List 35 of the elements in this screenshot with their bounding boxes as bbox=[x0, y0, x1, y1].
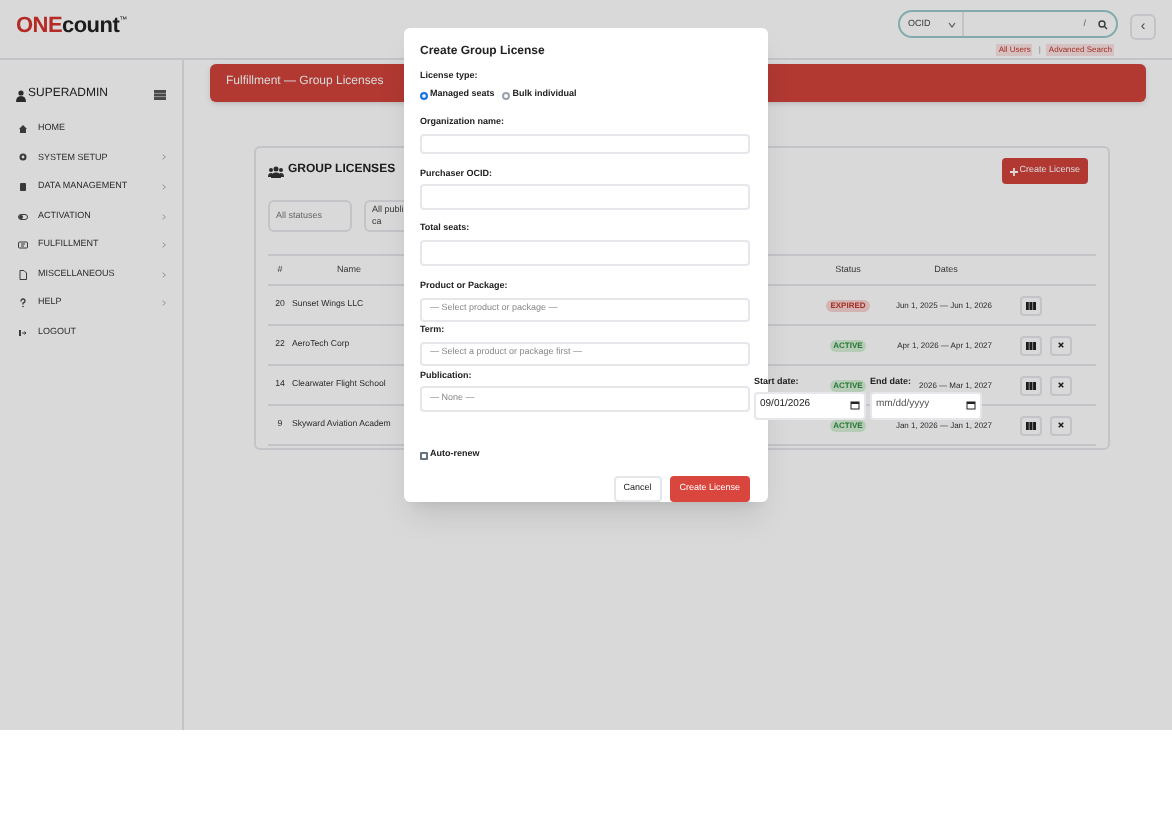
calendar-icon bbox=[850, 400, 860, 410]
radio-button[interactable] bbox=[420, 91, 428, 100]
list-icon bbox=[1026, 421, 1036, 429]
user-icon bbox=[16, 89, 26, 101]
ticket-icon bbox=[18, 240, 28, 251]
question-icon bbox=[18, 298, 28, 309]
input-field[interactable] bbox=[420, 133, 750, 153]
list-icon bbox=[1026, 341, 1036, 349]
delete-button[interactable] bbox=[1050, 375, 1072, 395]
view-button[interactable] bbox=[1020, 375, 1042, 395]
close-icon bbox=[1058, 342, 1064, 348]
file-icon bbox=[18, 269, 28, 280]
view-button[interactable] bbox=[1020, 335, 1042, 355]
home-icon bbox=[18, 123, 28, 134]
list-icon bbox=[1026, 381, 1036, 389]
search-icon bbox=[1098, 19, 1108, 29]
view-button[interactable] bbox=[1020, 295, 1042, 315]
input-field[interactable] bbox=[420, 184, 750, 211]
logout-icon bbox=[18, 327, 28, 338]
radio-button[interactable] bbox=[502, 91, 511, 100]
gear-icon bbox=[18, 152, 28, 163]
plus-icon bbox=[1009, 167, 1018, 175]
close-icon bbox=[1058, 382, 1064, 388]
delete-button[interactable] bbox=[1050, 335, 1072, 355]
view-button[interactable] bbox=[1020, 415, 1042, 435]
calendar-icon bbox=[966, 400, 976, 410]
delete-button[interactable] bbox=[1050, 415, 1072, 435]
checkbox[interactable] bbox=[420, 451, 428, 460]
list-icon bbox=[1026, 301, 1036, 309]
menu-icon bbox=[154, 90, 166, 100]
input-field[interactable] bbox=[420, 240, 750, 266]
users-icon bbox=[268, 165, 284, 177]
chevron-down-icon bbox=[948, 21, 956, 27]
toggle-icon bbox=[18, 211, 28, 222]
close-icon bbox=[1058, 422, 1064, 428]
